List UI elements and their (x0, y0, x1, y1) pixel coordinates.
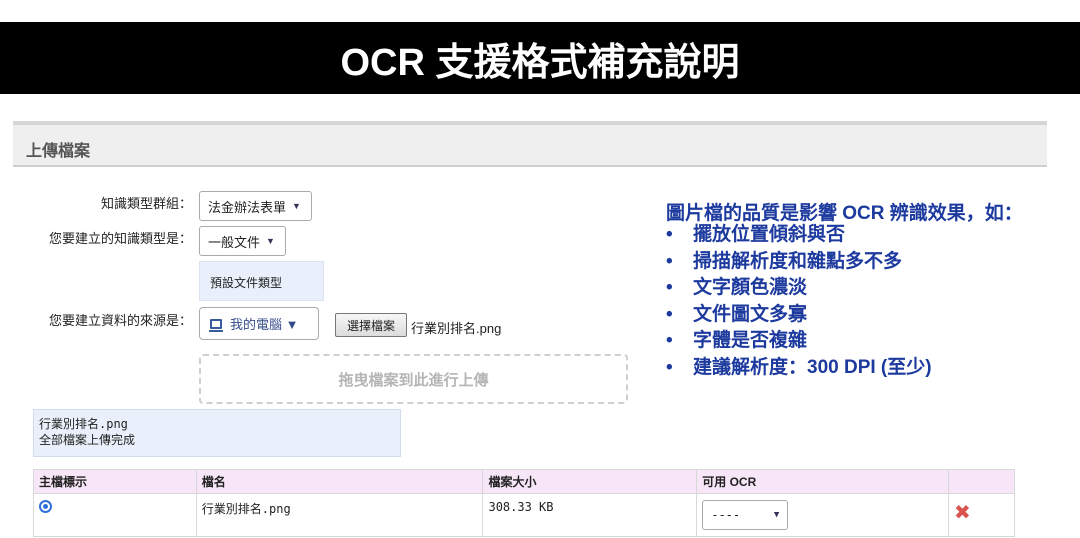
list-item: • 文字顏色濃淡 (666, 275, 932, 302)
list-item-text: 建議解析度：300 DPI (至少) (693, 356, 932, 378)
bullet: • (666, 356, 673, 378)
source-select[interactable]: 我的電腦 ▼ (199, 307, 319, 340)
main-file-radio[interactable] (39, 500, 52, 513)
ocr-select-value: ---- (711, 508, 741, 522)
file-name-cell: 行業別排名.png (195, 493, 484, 537)
type-select-value: 一般文件 (208, 234, 261, 250)
chevron-down-icon: ▼ (292, 201, 301, 211)
list-item: • 建議解析度：300 DPI (至少) (666, 355, 932, 382)
source-select-value: 我的電腦 ▼ (230, 317, 299, 332)
drop-zone[interactable]: 拖曳檔案到此進行上傳 (199, 354, 628, 404)
list-item: • 掃描解析度和雜點多不多 (666, 249, 932, 276)
chevron-down-icon: ▼ (773, 510, 780, 520)
list-item-text: 字體是否複雜 (693, 330, 808, 351)
col-header-main: 主檔標示 (33, 469, 197, 494)
bullet: • (666, 330, 673, 351)
upload-panel-header: 上傳檔案 (13, 121, 1047, 167)
table-header-row: 主檔標示 檔名 檔案大小 可用 OCR (33, 469, 1015, 494)
group-label: 知識類型群組： (100, 196, 192, 211)
info-list: • 擺放位置傾斜與否 • 掃描解析度和雜點多不多 • 文字顏色濃淡 • 文件圖文多寡 •… (666, 222, 932, 381)
list-item-text: 掃描解析度和雜點多不多 (693, 250, 903, 272)
chosen-file-name: 行業別排名.png (411, 321, 502, 336)
group-select-value: 法金辦法表單 (208, 199, 287, 215)
upload-status-box: 行業別排名.png 全部檔案上傳完成 (33, 409, 401, 457)
list-item-text: 擺放位置傾斜與否 (693, 224, 846, 245)
choose-file-button[interactable]: 選擇檔案 (335, 313, 407, 337)
table-row: 行業別排名.png 308.33 KB ---- ▼ ✖ (33, 493, 1015, 537)
bullet: • (666, 224, 673, 245)
col-header-size: 檔案大小 (482, 469, 698, 494)
bullet: • (666, 303, 673, 325)
chevron-down-icon: ▼ (266, 236, 275, 246)
group-select[interactable]: 法金辦法表單 ▼ (199, 191, 312, 221)
list-item-text: 文件圖文多寡 (693, 303, 808, 325)
computer-icon (209, 318, 223, 332)
main-file-cell (33, 493, 197, 537)
col-header-ocr: 可用 OCR (696, 469, 950, 494)
list-item: • 擺放位置傾斜與否 (666, 222, 932, 249)
bullet: • (666, 250, 673, 272)
upload-status-text: 全部檔案上傳完成 (39, 433, 136, 447)
banner-title: OCR 支援格式補充說明 (0, 22, 1080, 94)
type-label: 您要建立的知識類型是： (48, 231, 192, 246)
action-cell: ✖ (948, 493, 1015, 537)
ocr-select[interactable]: ---- ▼ (702, 500, 789, 530)
bullet: • (666, 277, 673, 298)
panel-title: 上傳檔案 (26, 143, 91, 160)
upload-file-name: 行業別排名.png (39, 417, 128, 431)
info-title: 圖片檔的品質是影響 OCR 辨識效果，如： (666, 203, 1023, 224)
default-type-option[interactable]: 預設文件類型 (199, 261, 324, 301)
col-header-name: 檔名 (195, 469, 484, 494)
list-item: • 字體是否複雜 (666, 328, 932, 355)
type-select[interactable]: 一般文件 ▼ (199, 226, 286, 256)
delete-icon[interactable]: ✖ (954, 502, 971, 524)
file-size-cell: 308.33 KB (482, 493, 698, 537)
col-header-action (948, 469, 1015, 494)
list-item: • 文件圖文多寡 (666, 302, 932, 329)
list-item-text: 文字顏色濃淡 (693, 277, 808, 298)
file-table: 主檔標示 檔名 檔案大小 可用 OCR 行業別排名.png 308.33 KB … (33, 469, 1015, 537)
ocr-cell: ---- ▼ (696, 493, 950, 537)
source-label: 您要建立資料的來源是： (48, 313, 192, 328)
